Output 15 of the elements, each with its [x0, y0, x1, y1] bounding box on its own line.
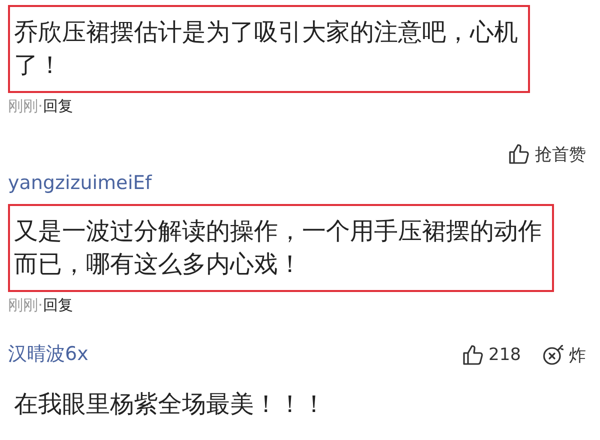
bomb-button[interactable]: 炸 [541, 343, 586, 367]
author-name[interactable]: yangzizuimeiEf [8, 172, 152, 194]
comment-time: 刚刚· [8, 296, 43, 315]
reply-link[interactable]: 回复 [42, 97, 73, 116]
author-name[interactable]: 汉晴波6x [8, 341, 88, 367]
comment-text: 在我眼里杨紫全场最美！！！ [13, 389, 327, 420]
thumbs-up-icon[interactable] [460, 343, 485, 367]
bomb-icon[interactable] [541, 343, 565, 367]
thumbs-up-icon[interactable] [507, 142, 531, 166]
comment-text: 乔欣压裙摆估计是为了吸引大家的注意吧，心机 了！ [8, 5, 530, 93]
comment-time: 刚刚· [8, 97, 43, 116]
reply-link[interactable]: 回复 [42, 296, 73, 315]
comment-text: 又是一波过分解读的操作，一个用手压裙摆的动作 而已，哪有这么多内心戏！ [8, 204, 554, 292]
like-button[interactable]: 抢首赞 [507, 142, 586, 166]
like-button[interactable]: 218 [460, 343, 521, 367]
